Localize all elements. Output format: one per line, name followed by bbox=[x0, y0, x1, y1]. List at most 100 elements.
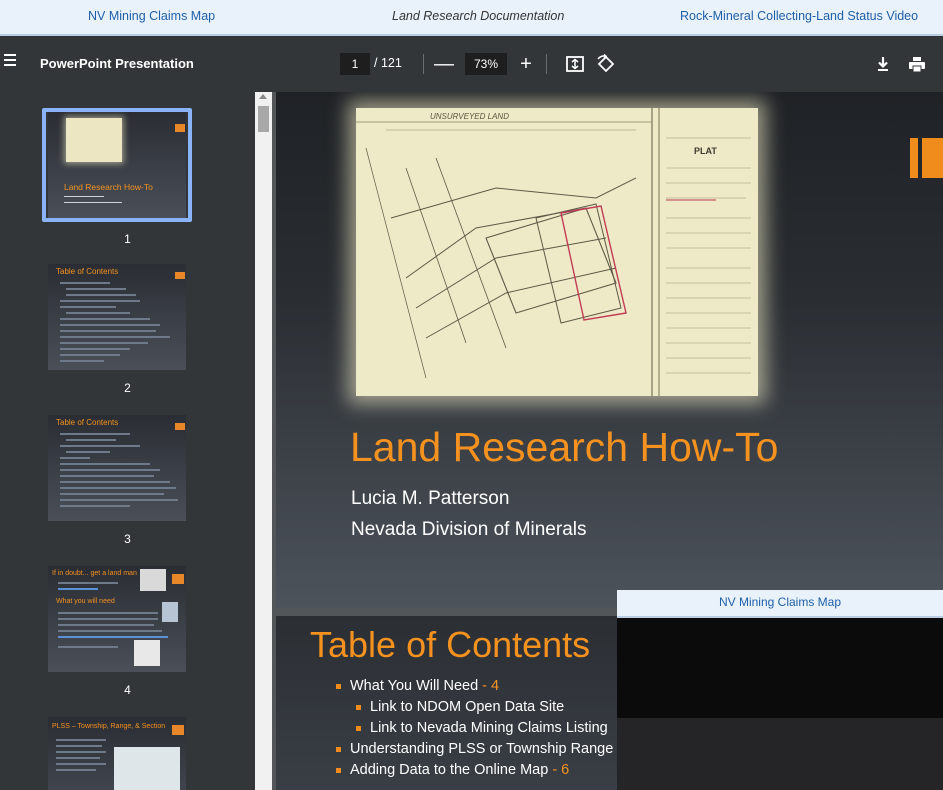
thumbnail-page-3[interactable]: Table of Contents bbox=[48, 415, 186, 521]
thumbnail-text-line bbox=[60, 336, 170, 338]
page-number-input[interactable]: 1 bbox=[340, 53, 370, 75]
thumbnail-text-line bbox=[66, 294, 136, 296]
thumbnail-plat-image bbox=[66, 118, 122, 162]
thumbnail-text-line bbox=[66, 312, 130, 314]
scroll-up-arrow-icon[interactable] bbox=[259, 94, 267, 99]
overlay-title[interactable]: NV Mining Claims Map bbox=[617, 590, 943, 618]
thumbnail-title: Table of Contents bbox=[56, 418, 119, 427]
thumbnail-number: 2 bbox=[124, 381, 131, 395]
thumbnail-text-line bbox=[56, 745, 102, 747]
thumbnail-qr-code bbox=[134, 640, 160, 666]
thumbnail-text-line bbox=[60, 505, 130, 507]
print-icon[interactable] bbox=[907, 54, 927, 74]
thumbnail-text-line bbox=[60, 463, 150, 465]
tab-land-research-documentation[interactable]: Land Research Documentation bbox=[392, 9, 564, 23]
thumbnail-text-line bbox=[58, 636, 168, 638]
tab-rock-mineral-video[interactable]: Rock-Mineral Collecting-Land Status Vide… bbox=[680, 9, 918, 23]
thumbnail-grid-image bbox=[114, 747, 180, 790]
zoom-in-button[interactable]: + bbox=[512, 50, 540, 78]
scrollbar-thumb[interactable] bbox=[258, 106, 269, 132]
toc-title: Table of Contents bbox=[310, 624, 591, 665]
page-total: / 121 bbox=[374, 56, 402, 70]
download-icon[interactable] bbox=[873, 54, 893, 74]
plat-header-label: UNSURVEYED LAND bbox=[430, 112, 509, 121]
thumbnail-text-line bbox=[60, 481, 170, 483]
thumbnail-title: Land Research How-To bbox=[64, 182, 153, 192]
thumbnail-number: 4 bbox=[124, 683, 131, 697]
thumbnail-text-line bbox=[60, 342, 148, 344]
thumbnail-text-line bbox=[66, 451, 110, 453]
thumbnail-text-line bbox=[56, 739, 106, 741]
thumbnail-page-2[interactable]: Table of Contents bbox=[48, 264, 186, 370]
thumbnail-text-line bbox=[60, 475, 154, 477]
thumbnail-text-line bbox=[60, 300, 140, 302]
thumbnail-text-line bbox=[66, 439, 116, 441]
thumbnail-accent bbox=[172, 574, 184, 584]
overlay-window[interactable]: NV Mining Claims Map bbox=[617, 590, 943, 790]
thumbnail-text-line bbox=[56, 763, 106, 765]
plat-map-image: UNSURVEYED LAND PLAT bbox=[356, 108, 758, 396]
plat-title-label: PLAT bbox=[694, 146, 717, 156]
thumbnail-map-image bbox=[140, 569, 166, 591]
thumbnail-number: 1 bbox=[124, 232, 131, 246]
thumbnail-text-line bbox=[58, 582, 118, 584]
slide-1: UNSURVEYED LAND PLAT Land Research How-T… bbox=[276, 92, 943, 608]
thumbnail-accent bbox=[175, 124, 185, 132]
thumbnail-text-line bbox=[58, 612, 158, 614]
thumbnail-text-line bbox=[58, 646, 118, 648]
fit-page-icon[interactable] bbox=[565, 54, 585, 74]
thumbnail-page-5[interactable]: PLSS – Township, Range, & Section bbox=[48, 717, 186, 790]
thumbnail-text-line bbox=[60, 445, 140, 447]
slide-author: Lucia M. Patterson bbox=[351, 488, 510, 509]
thumbnail-text-line bbox=[58, 630, 162, 632]
thumbnail-accent bbox=[175, 272, 185, 279]
thumbnail-text-line bbox=[60, 469, 160, 471]
slide-organization: Nevada Division of Minerals bbox=[351, 519, 587, 540]
thumbnail-title: Table of Contents bbox=[56, 267, 119, 276]
thumbnail-page-4[interactable]: If in doubt... get a land man What you w… bbox=[48, 566, 186, 672]
pdf-toolbar: PowerPoint Presentation 1 / 121 — 73% + bbox=[0, 36, 943, 92]
thumbnail-text-line bbox=[58, 624, 154, 626]
thumbnail-text-line bbox=[60, 487, 176, 489]
thumbnail-text-line bbox=[58, 618, 158, 620]
overlay-content-lower bbox=[617, 718, 943, 790]
menu-icon[interactable] bbox=[4, 54, 16, 66]
document-title: PowerPoint Presentation bbox=[40, 56, 194, 71]
thumbnail-accent bbox=[175, 423, 185, 430]
thumbnail-number: 3 bbox=[124, 532, 131, 546]
thumbnail-accent bbox=[172, 725, 184, 735]
slide-title: Land Research How-To bbox=[350, 424, 779, 470]
thumbnail-text-line bbox=[60, 348, 130, 350]
thumbnail-text-line bbox=[60, 306, 116, 308]
zoom-out-button[interactable]: — bbox=[430, 50, 458, 78]
sidebar-scrollbar[interactable] bbox=[255, 92, 272, 790]
thumbnail-text-line bbox=[60, 354, 120, 356]
thumbnail-text-line bbox=[60, 499, 178, 501]
thumbnail-title: If in doubt... get a land man bbox=[52, 570, 137, 577]
thumbnail-text-line bbox=[60, 324, 160, 326]
thumbnail-text-line bbox=[60, 433, 130, 435]
thumbnail-text-line bbox=[60, 457, 90, 459]
zoom-level-input[interactable]: 73% bbox=[465, 53, 507, 75]
tab-nv-mining-claims-map[interactable]: NV Mining Claims Map bbox=[88, 9, 215, 23]
thumbnail-text-line bbox=[60, 493, 164, 495]
thumbnail-sidebar: Land Research How-To 1 Table of Contents… bbox=[0, 92, 255, 790]
thumbnail-text-line bbox=[60, 318, 150, 320]
overlay-content bbox=[617, 618, 943, 718]
thumbnail-title: PLSS – Township, Range, & Section bbox=[52, 723, 166, 730]
thumbnail-page-1[interactable]: Land Research How-To bbox=[48, 112, 186, 218]
thumbnail-subtitle: What you will need bbox=[56, 598, 115, 605]
thumbnail-text-line bbox=[60, 360, 104, 362]
thumbnail-text-line bbox=[58, 588, 98, 590]
slide-accent-bar bbox=[910, 138, 943, 178]
toolbar-divider bbox=[423, 54, 424, 74]
thumbnail-text-line bbox=[56, 757, 100, 759]
screen: NV Mining Claims Map Land Research Docum… bbox=[0, 0, 943, 790]
thumbnail-text-line bbox=[60, 330, 156, 332]
rotate-icon[interactable] bbox=[596, 53, 616, 74]
thumbnail-map-image bbox=[162, 602, 178, 622]
toolbar-divider bbox=[546, 54, 547, 74]
thumbnail-text-line bbox=[66, 288, 126, 290]
link-strip: NV Mining Claims Map Land Research Docum… bbox=[0, 0, 943, 36]
thumbnail-text-line bbox=[64, 202, 122, 203]
